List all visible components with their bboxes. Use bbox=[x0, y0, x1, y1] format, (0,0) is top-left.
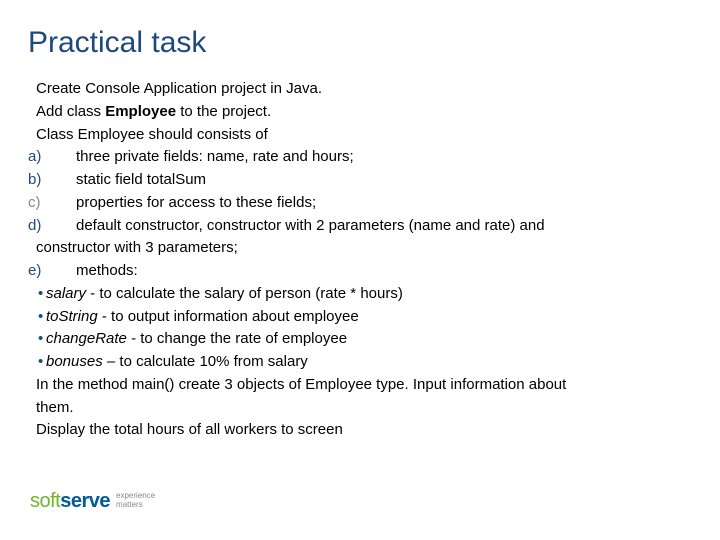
list-item-a: a) three private fields: name, rate and … bbox=[28, 146, 692, 168]
logo-soft: soft bbox=[30, 490, 60, 513]
list-marker: b) bbox=[28, 169, 64, 191]
conclusion-line-1b: them. bbox=[28, 397, 692, 419]
conclusion-line-2: Display the total hours of all workers t… bbox=[28, 419, 692, 441]
logo-tag-2: matters bbox=[116, 501, 155, 510]
list-text: methods: bbox=[76, 262, 138, 279]
softserve-logo: softserve experience matters bbox=[30, 488, 155, 514]
method-salary: salary - to calculate the salary of pers… bbox=[28, 283, 692, 305]
method-desc: - to calculate the salary of person (rat… bbox=[86, 285, 403, 302]
list-marker: c) bbox=[28, 192, 64, 214]
method-name: toString bbox=[46, 308, 98, 325]
ordered-list-cont: e) methods: bbox=[28, 260, 692, 282]
intro-line-1: Create Console Application project in Ja… bbox=[28, 78, 692, 100]
method-desc: – to calculate 10% from salary bbox=[103, 353, 308, 370]
method-name: bonuses bbox=[46, 353, 103, 370]
intro-line-2-pre: Add class bbox=[36, 103, 105, 120]
intro-line-2-post: to the project. bbox=[176, 103, 271, 120]
method-changerate: changeRate - to change the rate of emplo… bbox=[28, 328, 692, 350]
list-marker: d) bbox=[28, 215, 64, 237]
conclusion-line-1a: In the method main() create 3 objects of… bbox=[28, 374, 692, 396]
method-desc: - to output information about employee bbox=[98, 308, 359, 325]
list-marker: e) bbox=[28, 260, 64, 282]
logo-tagline: experience matters bbox=[116, 492, 155, 510]
list-text: three private fields: name, rate and hou… bbox=[76, 148, 354, 165]
list-item-c: c) properties for access to these fields… bbox=[28, 192, 692, 214]
method-name: changeRate bbox=[46, 330, 127, 347]
list-item-b: b) static field totalSum bbox=[28, 169, 692, 191]
method-desc: - to change the rate of employee bbox=[127, 330, 347, 347]
list-item-e: e) methods: bbox=[28, 260, 692, 282]
logo-serve: serve bbox=[60, 490, 110, 513]
intro-line-2: Add class Employee to the project. bbox=[28, 101, 692, 123]
list-item-d: d) default constructor, constructor with… bbox=[28, 215, 692, 237]
intro-line-2-strong: Employee bbox=[105, 103, 176, 120]
ordered-list: a) three private fields: name, rate and … bbox=[28, 146, 692, 236]
list-item-d-cont: constructor with 3 parameters; bbox=[28, 237, 692, 259]
slide-body: Create Console Application project in Ja… bbox=[28, 78, 692, 441]
methods-list: salary - to calculate the salary of pers… bbox=[28, 283, 692, 373]
slide-title: Practical task bbox=[28, 26, 692, 60]
method-tostring: toString - to output information about e… bbox=[28, 306, 692, 328]
list-text: properties for access to these fields; bbox=[76, 194, 316, 211]
method-bonuses: bonuses – to calculate 10% from salary bbox=[28, 351, 692, 373]
list-text: static field totalSum bbox=[76, 171, 206, 188]
list-text-line1: default constructor, constructor with 2 … bbox=[76, 217, 545, 234]
list-marker: a) bbox=[28, 146, 64, 168]
intro-line-3: Class Employee should consists of bbox=[28, 124, 692, 146]
slide-container: Practical task Create Console Applicatio… bbox=[0, 0, 720, 441]
method-name: salary bbox=[46, 285, 86, 302]
